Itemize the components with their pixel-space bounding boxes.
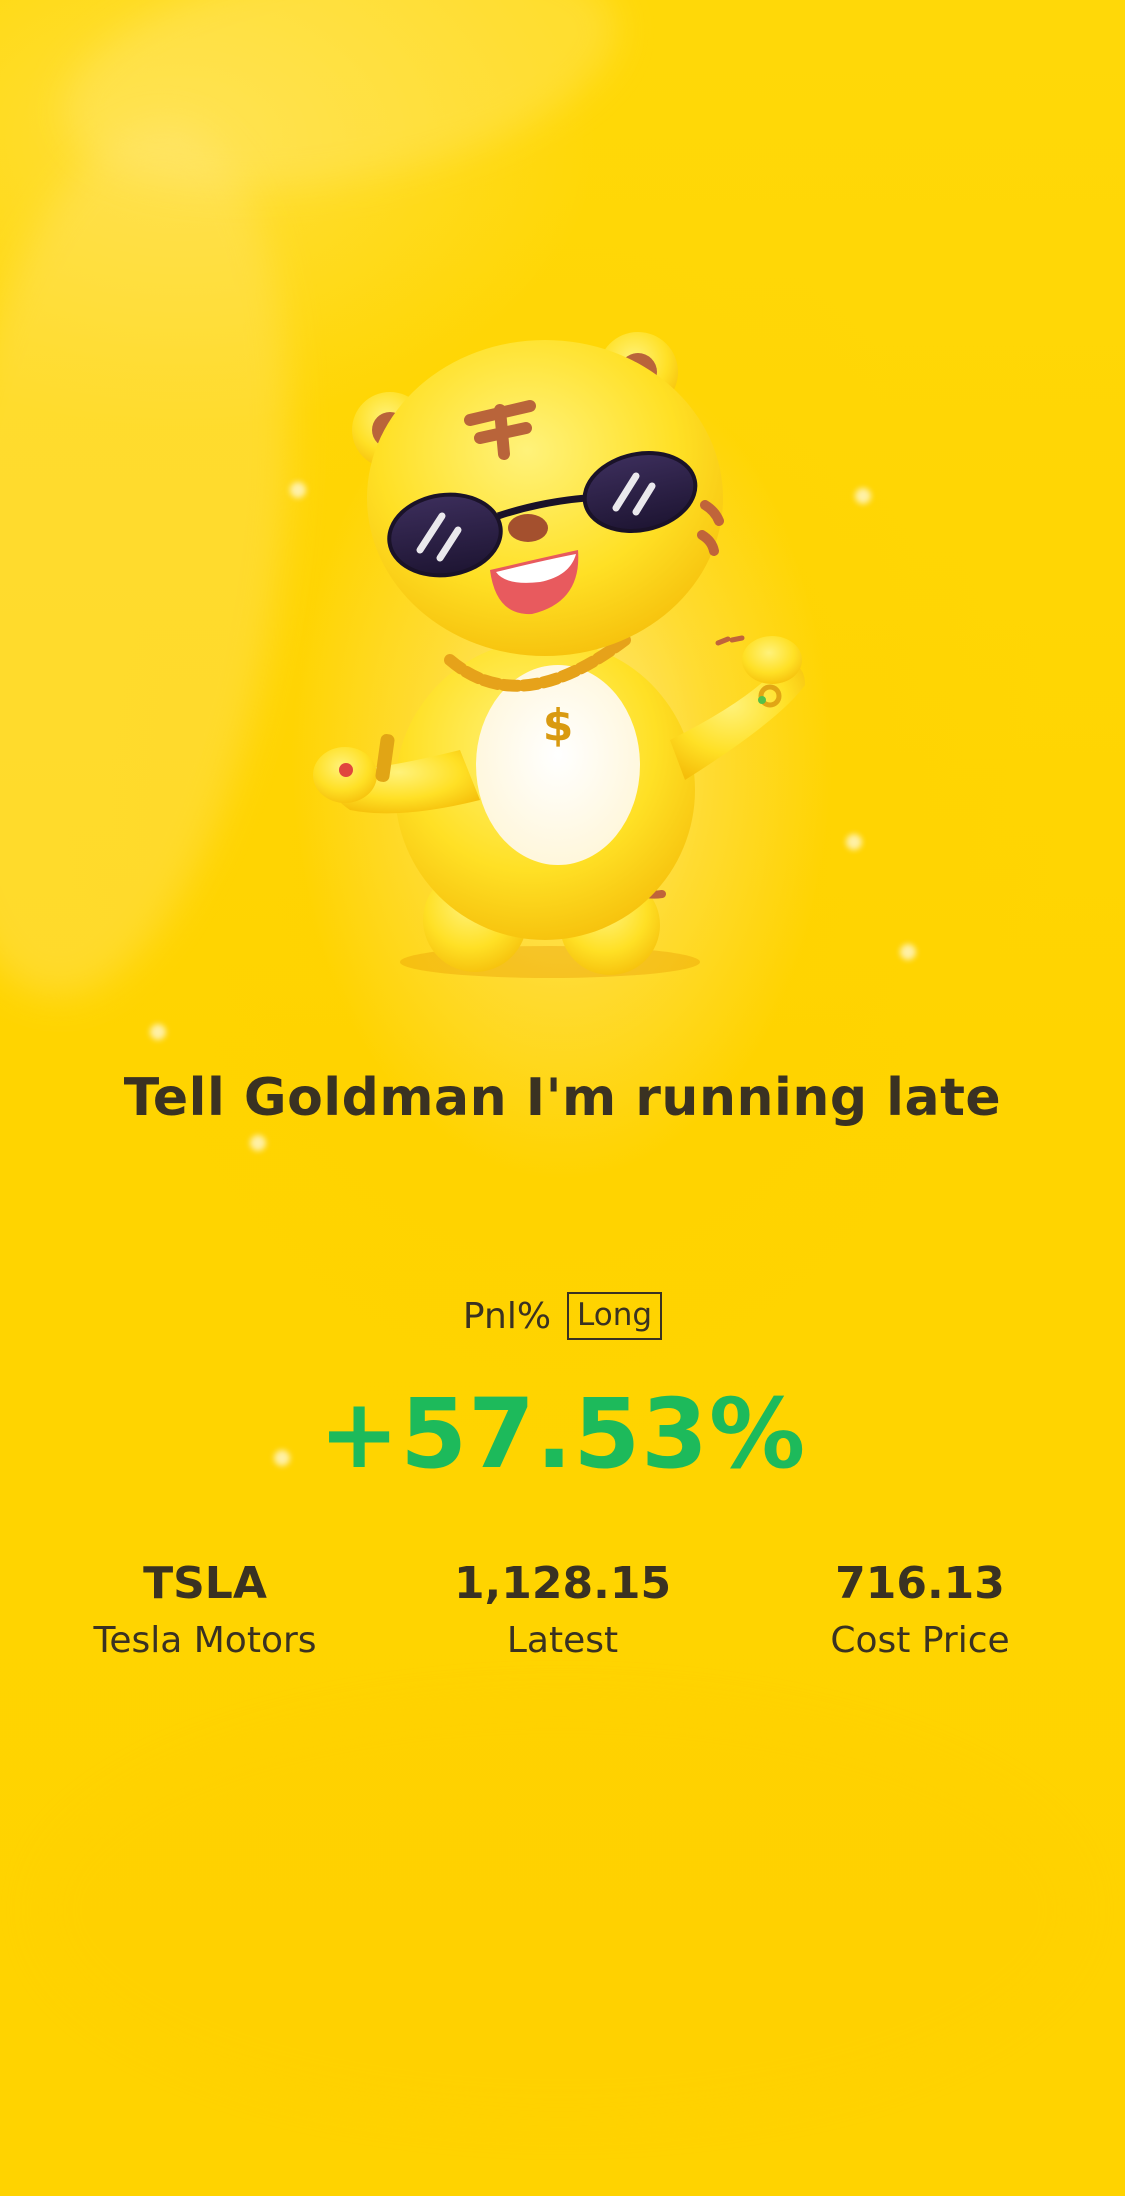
tagline: Tell Goldman I'm running late bbox=[123, 1068, 1002, 1128]
stats-row: TSLA Tesla Motors 1,128.15 Latest 716.13… bbox=[0, 1554, 1125, 1661]
stat-cost-price: 716.13 Cost Price bbox=[715, 1554, 1125, 1661]
stat-latest: 1,128.15 Latest bbox=[410, 1554, 715, 1661]
sparkle-decoration bbox=[250, 1135, 266, 1151]
position-badge: Long bbox=[567, 1292, 663, 1340]
stat-label: Latest bbox=[506, 1620, 619, 1661]
background-wisp bbox=[40, 1700, 1080, 2120]
pnl-label: Pnl% bbox=[462, 1295, 552, 1337]
sparkle-decoration bbox=[150, 1024, 166, 1040]
stat-value: 716.13 bbox=[835, 1558, 1005, 1609]
sparkle-decoration bbox=[855, 488, 871, 504]
stat-value: TSLA bbox=[143, 1558, 267, 1609]
pnl-percentage: +57.53% bbox=[318, 1378, 807, 1490]
stat-symbol: TSLA Tesla Motors bbox=[0, 1554, 410, 1661]
pnl-header: Pnl% Long bbox=[0, 1292, 1125, 1340]
stat-value: 1,128.15 bbox=[453, 1558, 672, 1609]
svg-text:$: $ bbox=[543, 700, 574, 751]
stat-label: Cost Price bbox=[830, 1620, 1010, 1661]
tiger-mascot-sunglasses-icon: $ bbox=[300, 320, 820, 1000]
sparkle-decoration bbox=[900, 944, 916, 960]
stat-label: Tesla Motors bbox=[93, 1620, 317, 1661]
sparkle-decoration bbox=[846, 834, 862, 850]
